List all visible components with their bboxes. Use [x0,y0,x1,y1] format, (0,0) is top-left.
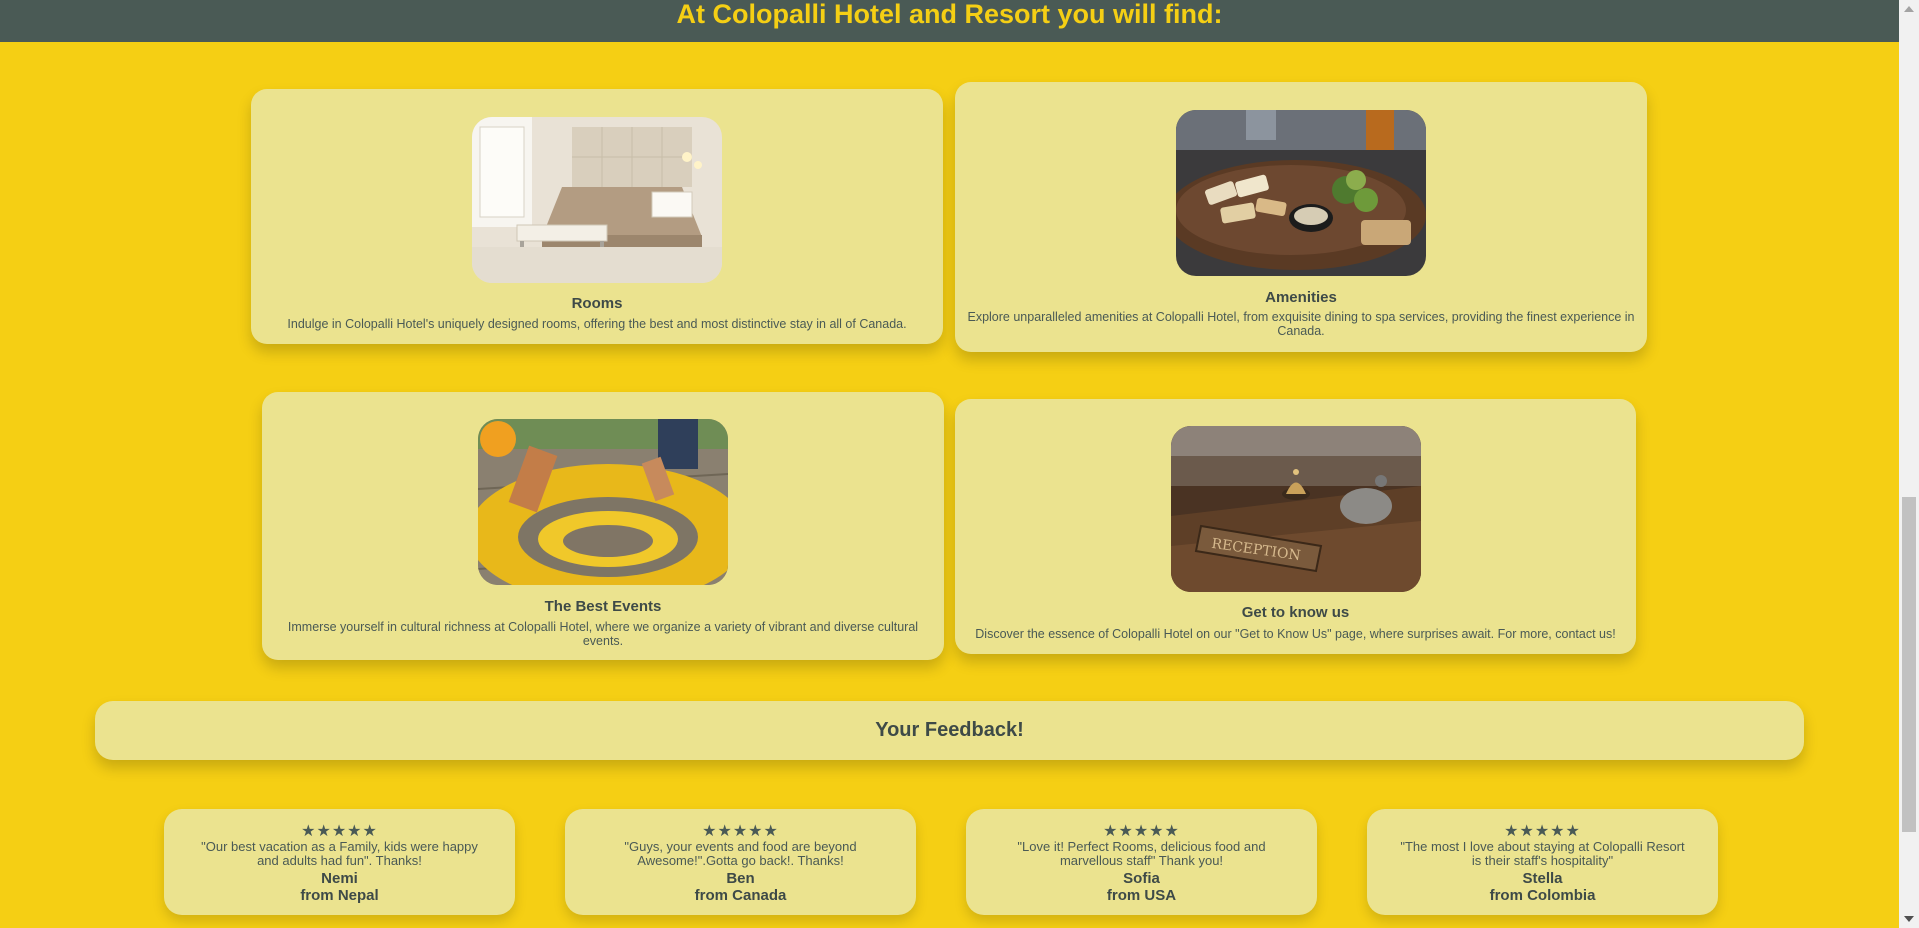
reviewer-name: Ben [726,870,755,887]
card-description: Indulge in Colopalli Hotel's uniquely de… [287,317,907,331]
card-amenities[interactable]: Amenities Explore unparalleled amenities… [955,82,1647,352]
scroll-down-arrow-icon[interactable] [1904,916,1914,922]
card-title: Rooms [571,295,623,312]
card-title: Amenities [1265,289,1337,306]
review-quote: "Love it! Perfect Rooms, delicious food … [1017,839,1266,868]
reviewer-origin: from Canada [694,887,787,904]
reception-photo: RECEPTION [1170,426,1421,592]
review-quote: "The most I love about staying at Colopa… [1400,839,1685,868]
review-quote: "Guys, your events and food are beyond A… [624,839,857,868]
section-header: At Colopalli Hotel and Resort you will f… [0,0,1899,42]
review-card: ★★★★★ "Guys, your events and food are be… [565,809,916,915]
reviewer-name: Nemi [321,870,358,887]
card-title: The Best Events [544,598,662,615]
reviewer-origin: from Colombia [1489,887,1596,904]
card-description: Discover the essence of Colopalli Hotel … [975,627,1616,641]
star-rating-icon: ★★★★★ [1504,823,1581,840]
review-card: ★★★★★ "The most I love about staying at … [1367,809,1718,915]
scroll-up-arrow-icon[interactable] [1904,6,1914,12]
card-title: Get to know us [1241,604,1350,621]
star-rating-icon: ★★★★★ [1103,823,1180,840]
card-rooms[interactable]: Rooms Indulge in Colopalli Hotel's uniqu… [251,89,943,344]
star-rating-icon: ★★★★★ [702,823,779,840]
rooms-photo [472,117,722,283]
reviewer-origin: from USA [1106,887,1177,904]
section-title: At Colopalli Hotel and Resort you will f… [676,0,1223,29]
vertical-scrollbar[interactable] [1899,0,1919,928]
card-get-to-know-us[interactable]: RECEPTION Get to know us Discover the es… [955,399,1636,654]
card-description: Explore unparalleled amenities at Colopa… [967,310,1635,338]
reviewer-name: Stella [1522,870,1563,887]
reviewer-origin: from Nepal [300,887,379,904]
card-events[interactable]: The Best Events Immerse yourself in cult… [262,392,944,660]
feedback-title: Your Feedback! [875,719,1024,741]
review-card: ★★★★★ "Love it! Perfect Rooms, delicious… [966,809,1317,915]
review-quote: "Our best vacation as a Family, kids wer… [201,839,478,868]
card-description: Immerse yourself in cultural richness at… [287,620,919,648]
reviewer-name: Sofia [1123,870,1160,887]
events-photo [478,419,728,585]
feedback-banner: Your Feedback! [95,701,1804,760]
review-card: ★★★★★ "Our best vacation as a Family, ki… [164,809,515,915]
amenities-photo [1176,110,1426,276]
scrollbar-thumb[interactable] [1902,497,1916,832]
star-rating-icon: ★★★★★ [301,823,378,840]
